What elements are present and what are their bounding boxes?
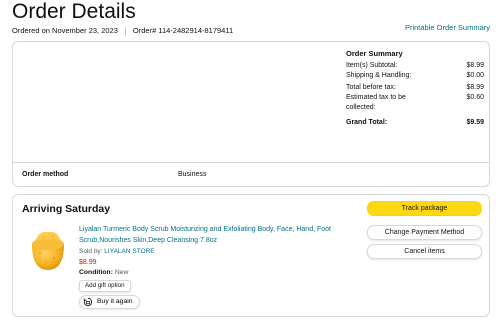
condition-value: New — [112, 269, 129, 276]
order-summary-card: Order Summary Item(s) Subtotal: $8.99 Sh… — [12, 41, 490, 187]
summary-value: $8.99 — [466, 62, 484, 69]
ordered-on-date: Ordered on November 23, 2023 — [12, 26, 118, 35]
order-meta: Ordered on November 23, 2023 Order# 114-… — [12, 26, 233, 36]
summary-value: $0.60 — [466, 94, 484, 101]
grand-total-value: $9.59 — [466, 119, 484, 126]
product-image[interactable] — [28, 229, 68, 271]
buy-again-icon — [83, 297, 93, 307]
cancel-items-button[interactable]: Cancel items — [367, 244, 482, 259]
track-package-button[interactable]: Track package — [367, 201, 482, 216]
summary-row-grand-total: Grand Total: $9.59 — [346, 118, 484, 128]
order-method-label: Order method — [22, 171, 69, 178]
sold-by: Sold by: LIYALAN STORE — [79, 247, 155, 256]
printable-order-summary-link[interactable]: Printable Order Summary — [405, 23, 490, 33]
summary-row-total-before-tax: Total before tax: $8.99 — [346, 83, 484, 93]
summary-row-shipping: Shipping & Handling: $0.00 — [346, 71, 484, 81]
turmeric-scrub-jar-icon — [32, 231, 64, 270]
page-title: Order Details — [12, 0, 136, 23]
meta-divider — [124, 26, 126, 36]
summary-label: Item(s) Subtotal: — [346, 62, 398, 69]
summary-label: Estimated tax to be collected: — [346, 94, 406, 111]
product-condition: Condition: New — [79, 268, 128, 278]
sold-by-prefix: Sold by: — [79, 248, 105, 255]
grand-total-label: Grand Total: — [346, 119, 388, 126]
buy-it-again-button[interactable]: Buy it again — [79, 295, 140, 309]
summary-value: $8.99 — [466, 84, 484, 91]
summary-label: Shipping & Handling: — [346, 72, 412, 79]
summary-value: $0.00 — [466, 72, 484, 79]
order-summary-title: Order Summary — [346, 49, 403, 58]
add-gift-option-button[interactable]: Add gift option — [79, 280, 131, 292]
summary-row-subtotal: Item(s) Subtotal: $8.99 — [346, 61, 484, 71]
arrival-heading: Arriving Saturday — [22, 203, 111, 215]
order-method-value: Business — [178, 171, 207, 178]
product-title-link[interactable]: Liyalan Turmeric Body Scrub Moisturizing… — [79, 225, 335, 246]
order-summary: Order Summary Item(s) Subtotal: $8.99 Sh… — [346, 49, 484, 128]
shipment-card: Arriving Saturday Liyalan Turmeric Body … — [12, 194, 490, 317]
divider — [13, 162, 489, 163]
summary-row-estimated-tax: Estimated tax to be collected: $0.60 — [346, 93, 484, 113]
summary-label: Total before tax: — [346, 84, 396, 91]
seller-link[interactable]: LIYALAN STORE — [104, 248, 154, 255]
buy-it-again-label: Buy it again — [97, 298, 133, 305]
condition-label: Condition: — [79, 269, 113, 276]
change-payment-method-button[interactable]: Change Payment Method — [367, 225, 482, 240]
product-price: $8.99 — [79, 259, 97, 266]
order-number: Order# 114-2482914-8179411 — [132, 26, 234, 35]
